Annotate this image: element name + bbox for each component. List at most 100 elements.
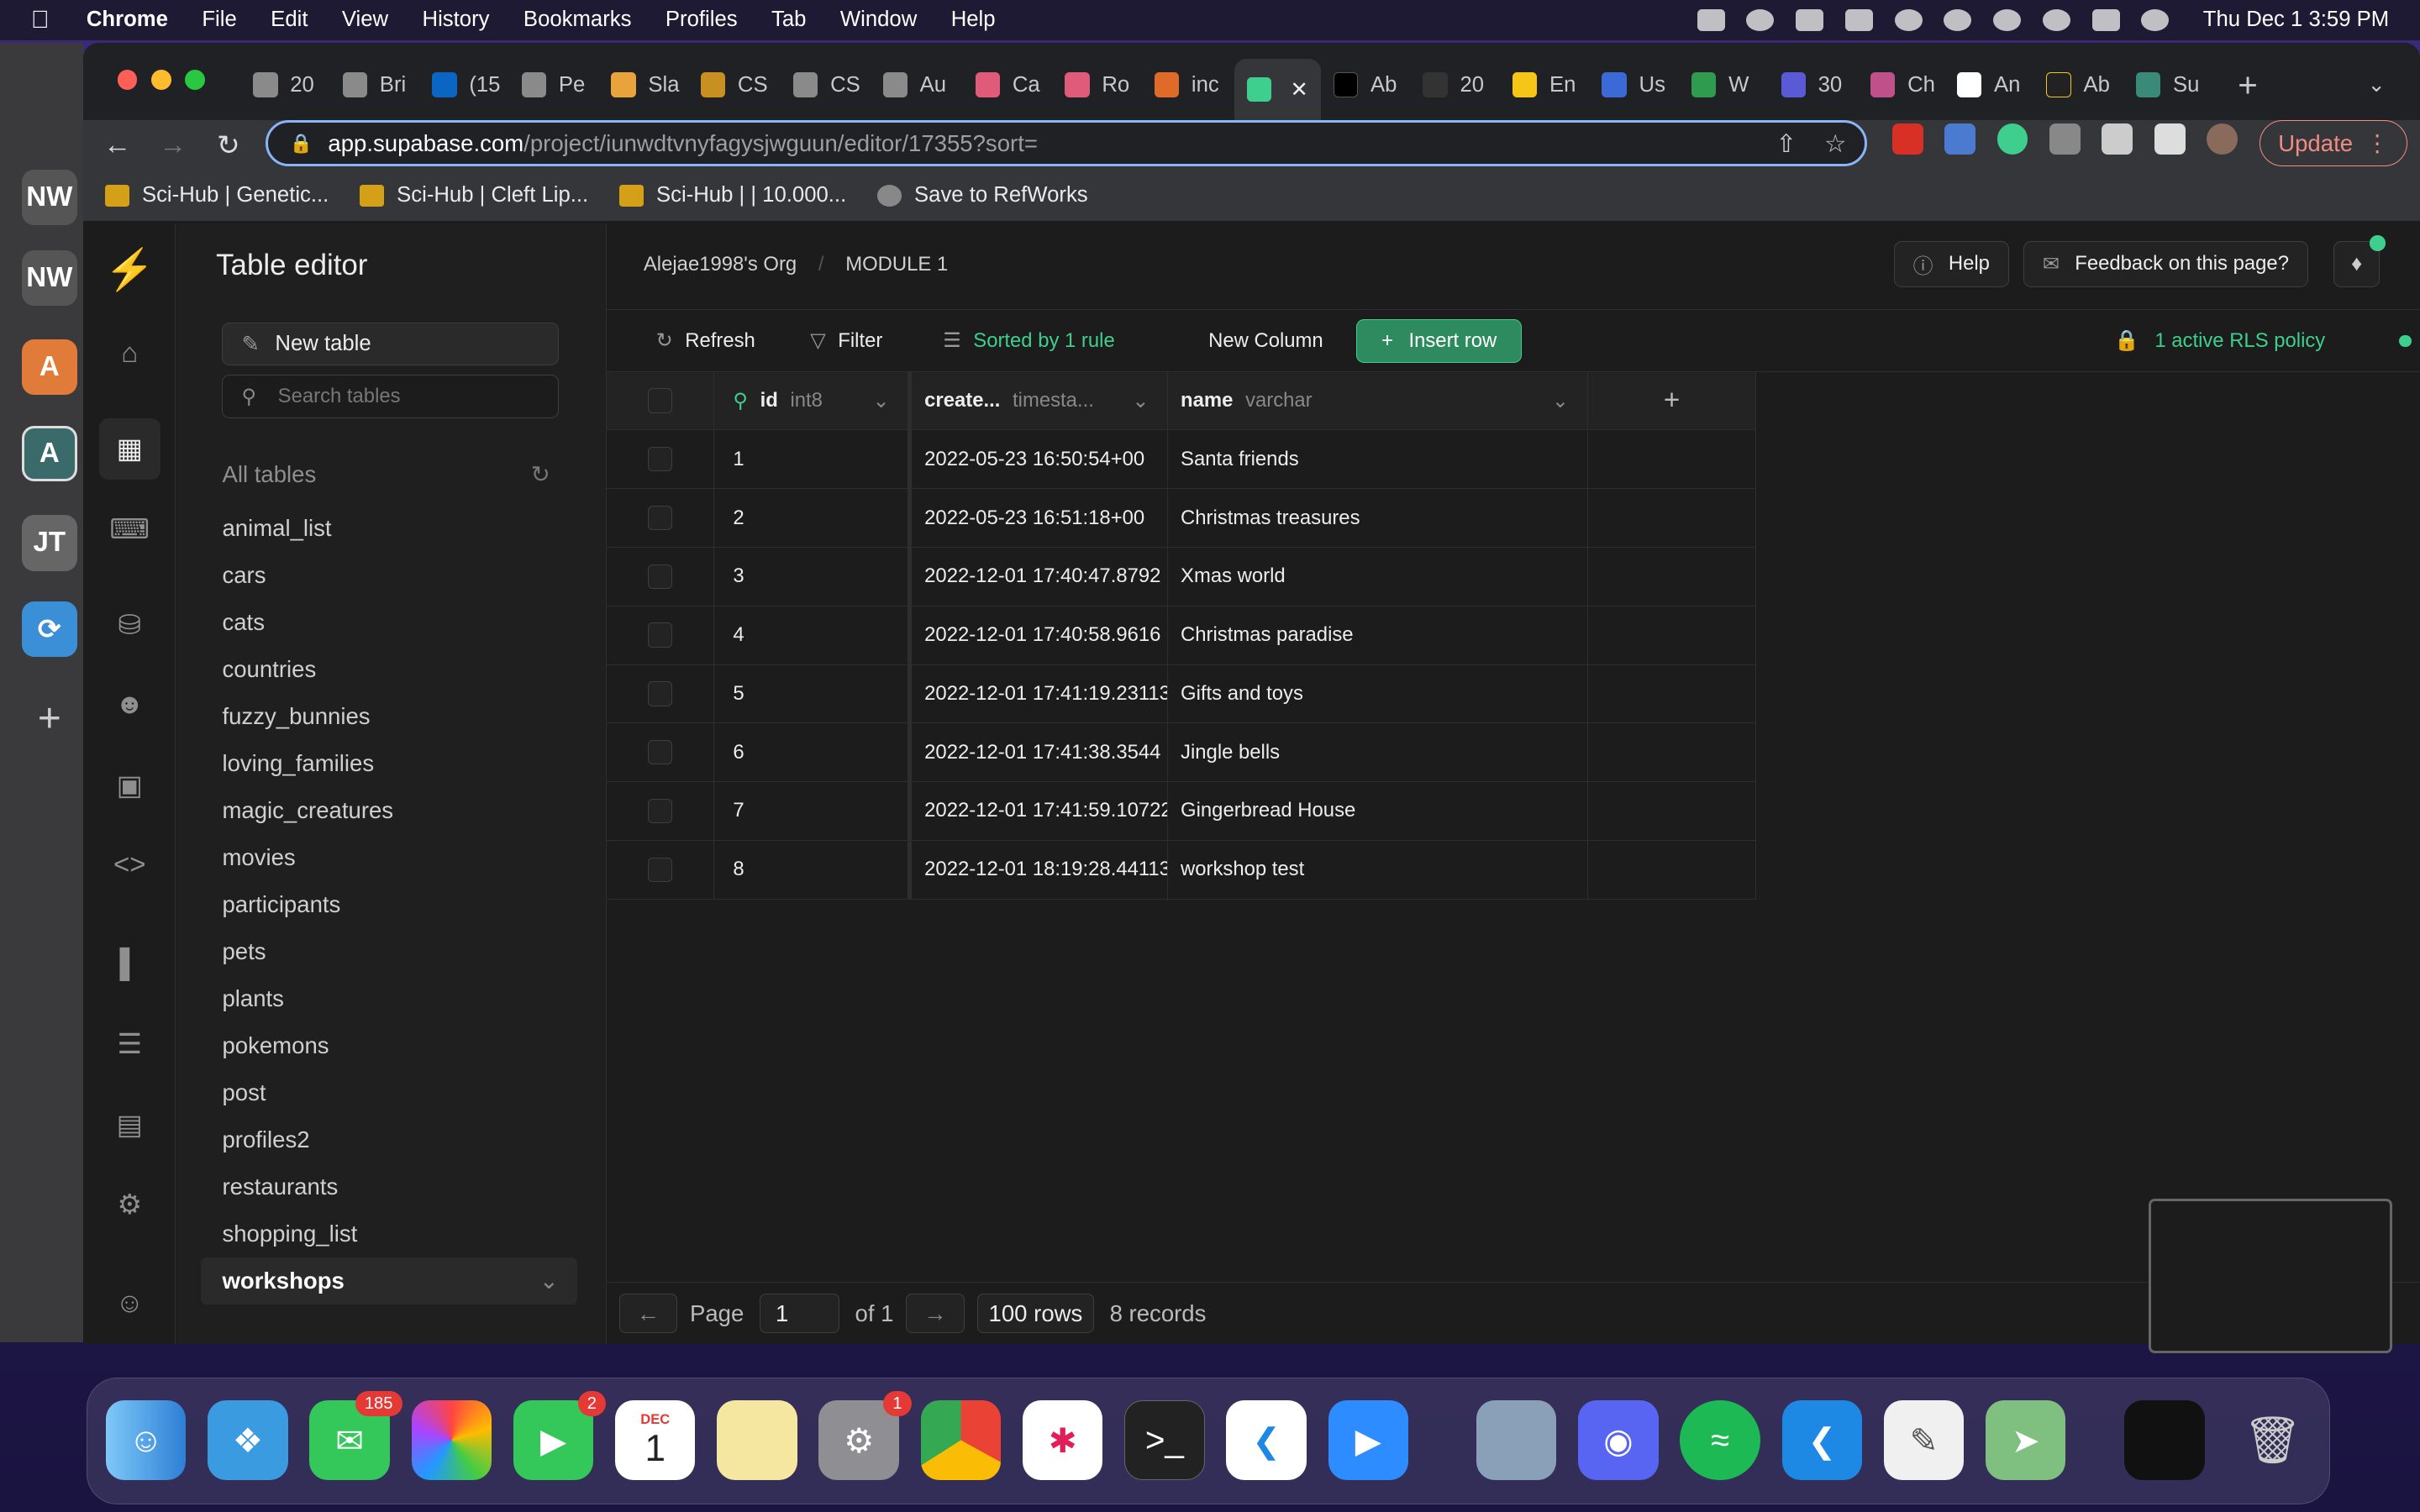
notifications-bell-icon[interactable]: ♦: [2333, 235, 2386, 287]
bookmark[interactable]: Sci-Hub | Genetic...: [104, 183, 329, 207]
table-row[interactable]: 4 2022-12-01 17:40:58.9616 Christmas parad…: [606, 606, 1757, 665]
table-item[interactable]: fuzzy_bunnies: [222, 693, 576, 740]
menu-window[interactable]: Window: [840, 8, 917, 32]
browser-tab[interactable]: inc: [1154, 61, 1219, 108]
reports-icon[interactable]: ▌: [99, 933, 160, 995]
table-item[interactable]: shopping_list: [222, 1210, 576, 1257]
clock[interactable]: Thu Dec 1 3:59 PM: [2203, 8, 2389, 32]
auth-users-icon[interactable]: ☻: [99, 675, 160, 736]
menu-history[interactable]: History: [423, 8, 490, 32]
table-item[interactable]: loving_families: [222, 740, 576, 787]
app-icon-jt[interactable]: JT: [21, 515, 77, 571]
menu-help[interactable]: Help: [951, 8, 996, 32]
page-number-input[interactable]: 1: [759, 1293, 840, 1334]
screenshot-thumbnail[interactable]: [2148, 1199, 2392, 1353]
cell-id[interactable]: 7: [714, 782, 913, 840]
notes-icon[interactable]: [717, 1399, 797, 1481]
cell-name[interactable]: Jingle bells: [1168, 723, 1588, 782]
bookmark-star-icon[interactable]: ☆: [1824, 129, 1846, 159]
browser-tab[interactable]: Ab: [1333, 61, 1397, 108]
cell-name[interactable]: Christmas treasures: [1168, 489, 1588, 547]
update-button[interactable]: Update ⋮: [2259, 120, 2408, 167]
browser-tab[interactable]: Ca: [975, 61, 1040, 108]
cell-id[interactable]: 1: [714, 430, 913, 489]
bookmark[interactable]: Save to RefWorks: [876, 183, 1088, 207]
table-row[interactable]: 7 2022-12-01 17:41:59.10722 Gingerbread Ho…: [606, 782, 1757, 841]
spotify-icon[interactable]: ≈: [1680, 1399, 1760, 1481]
maps-icon[interactable]: ➤: [1985, 1399, 2066, 1481]
table-item[interactable]: cars: [222, 552, 576, 599]
tab-search-chevron-icon[interactable]: ⌄: [2367, 61, 2386, 108]
chevron-down-icon[interactable]: ⌄: [872, 389, 889, 413]
row-checkbox[interactable]: [647, 505, 673, 531]
cell-id[interactable]: 5: [714, 664, 913, 723]
forward-icon[interactable]: →: [145, 129, 201, 161]
add-icon[interactable]: +: [22, 691, 77, 747]
row-checkbox[interactable]: [647, 447, 673, 472]
home-icon[interactable]: ⌂: [99, 323, 160, 384]
menu-edit[interactable]: Edit: [271, 8, 308, 32]
camera-icon[interactable]: [1697, 9, 1725, 31]
browser-tab[interactable]: Bri: [342, 61, 406, 108]
facetime-icon[interactable]: ▶ 2: [513, 1390, 606, 1481]
table-item[interactable]: magic_creatures: [222, 787, 576, 834]
browser-tab[interactable]: Us: [1602, 61, 1665, 108]
cell-name[interactable]: workshop test: [1168, 840, 1588, 899]
cell-name[interactable]: Santa friends: [1168, 430, 1588, 489]
new-column-button[interactable]: New Column: [1208, 310, 1323, 371]
zoom-icon[interactable]: ▶: [1328, 1399, 1409, 1481]
table-item[interactable]: plants: [222, 975, 576, 1022]
row-checkbox[interactable]: [647, 681, 673, 706]
cell-created-at[interactable]: 2022-12-01 17:40:58.9616: [912, 606, 1169, 664]
profile-avatar[interactable]: [2207, 123, 2238, 155]
table-row[interactable]: 1 2022-05-23 16:50:54+00 Santa friends: [606, 430, 1757, 490]
browser-tab[interactable]: Sla: [611, 61, 680, 108]
next-page-icon[interactable]: →: [906, 1293, 965, 1334]
wifi-icon[interactable]: [1894, 9, 1923, 31]
safari-icon[interactable]: ❖: [208, 1399, 288, 1481]
edge-functions-icon[interactable]: <>: [99, 835, 160, 896]
browser-tab[interactable]: An: [1956, 61, 2020, 108]
table-item[interactable]: pokemons: [222, 1022, 576, 1069]
chrome-icon[interactable]: [920, 1399, 1002, 1481]
cell-id[interactable]: 3: [714, 547, 913, 606]
browser-tab[interactable]: Ro: [1065, 61, 1129, 108]
row-checkbox[interactable]: [647, 798, 673, 824]
rows-per-page-select[interactable]: 100 rows: [976, 1293, 1095, 1334]
menu-file[interactable]: File: [202, 8, 236, 32]
cell-created-at[interactable]: 2022-12-01 17:41:38.3544: [912, 723, 1169, 782]
table-item[interactable]: participants: [222, 881, 576, 928]
calendar-icon[interactable]: DEC 1: [614, 1399, 696, 1481]
cell-created-at[interactable]: 2022-05-23 16:51:18+00: [912, 489, 1169, 547]
vscode-icon[interactable]: ❮: [1226, 1399, 1307, 1481]
apple-icon[interactable]: : [31, 6, 59, 34]
cell-name[interactable]: Christmas paradise: [1168, 606, 1588, 664]
column-header-name[interactable]: name varchar ⌄: [1168, 371, 1588, 430]
system-settings-icon[interactable]: ⚙ 1: [818, 1390, 912, 1481]
chevron-down-icon[interactable]: ⌄: [539, 1268, 559, 1294]
browser-tab[interactable]: Pe: [521, 61, 585, 108]
database-icon[interactable]: ⛁: [99, 594, 160, 655]
siri-icon[interactable]: [2141, 9, 2170, 31]
photos-icon[interactable]: [411, 1399, 492, 1481]
finder-icon[interactable]: ☺: [105, 1399, 187, 1481]
textedit-icon[interactable]: ✎: [1883, 1399, 1965, 1481]
lock-icon[interactable]: 🔒: [290, 133, 313, 155]
new-tab-button[interactable]: +: [2238, 61, 2258, 108]
prev-page-icon[interactable]: ←: [618, 1293, 678, 1334]
app-icon-a[interactable]: A: [21, 339, 77, 396]
share-icon[interactable]: ⇧: [1776, 129, 1797, 159]
table-item-selected[interactable]: workshops ⌄: [200, 1257, 577, 1305]
play-icon[interactable]: [1993, 9, 2022, 31]
sidepanel-icon[interactable]: [2154, 123, 2186, 155]
menu-profiles[interactable]: Profiles: [666, 8, 738, 32]
browser-tab[interactable]: 20: [253, 61, 314, 108]
browser-tab[interactable]: En: [1512, 61, 1576, 108]
address-bar[interactable]: 🔒 app.supabase.com/project/iunwdtvnyfagy…: [265, 120, 1868, 167]
search-tables-input[interactable]: ⚲ Search tables: [222, 375, 559, 418]
sql-editor-icon[interactable]: ⌨: [99, 498, 160, 559]
discord-icon[interactable]: ◉: [1578, 1399, 1659, 1481]
close-tab-icon[interactable]: ✕: [1290, 77, 1308, 102]
account-user-icon[interactable]: ☺: [99, 1273, 160, 1334]
table-item[interactable]: pets: [222, 928, 576, 975]
